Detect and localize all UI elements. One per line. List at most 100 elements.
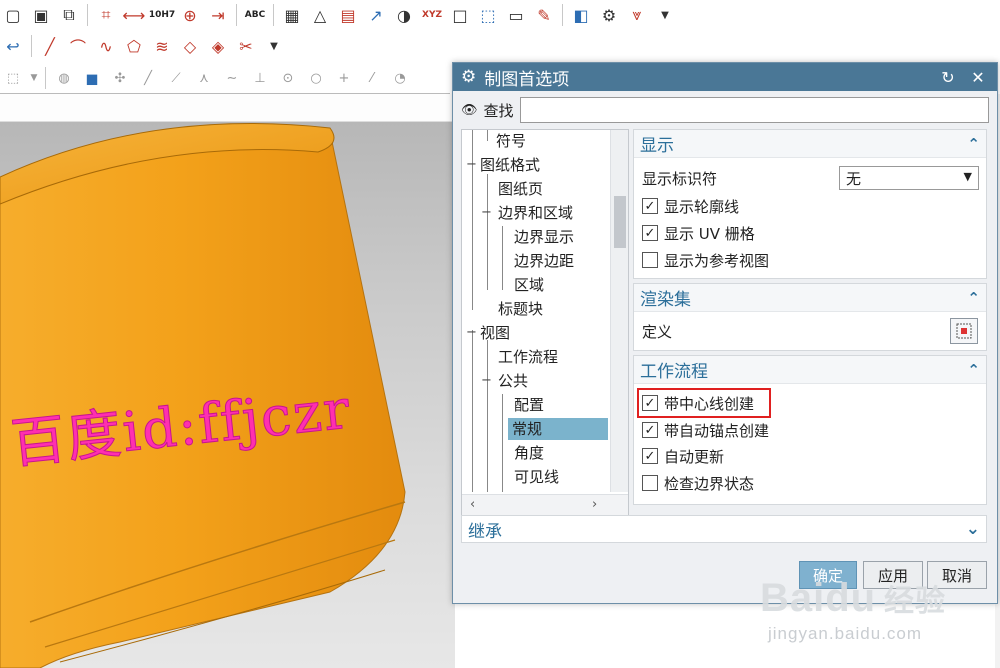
tree-item[interactable]: 图纸页 bbox=[494, 178, 547, 200]
snap-perp-icon[interactable]: ⊥ bbox=[247, 65, 273, 91]
tree-item[interactable]: 标题块 bbox=[494, 298, 547, 320]
checkbox-row[interactable]: ✓ 显示轮廓线 bbox=[642, 195, 739, 217]
dimension-icon[interactable]: ⌗ bbox=[93, 2, 119, 28]
pie-icon[interactable]: ◑ bbox=[391, 2, 417, 28]
table-icon[interactable]: ▦ bbox=[279, 2, 305, 28]
tree-item[interactable]: 公共 bbox=[494, 370, 532, 392]
arrow-view-icon[interactable]: ⧉ bbox=[56, 2, 82, 28]
snap-slash-icon[interactable]: ⁄ bbox=[359, 65, 385, 91]
rapid-dim-icon[interactable]: ⟷ bbox=[121, 2, 147, 28]
checkbox-row[interactable]: ✓ 自动更新 bbox=[642, 445, 724, 467]
tree-item[interactable]: 工作流程 bbox=[494, 346, 562, 368]
settings-app-icon[interactable]: ◧ bbox=[568, 2, 594, 28]
grid-icon[interactable]: ▤ bbox=[335, 2, 361, 28]
search-input[interactable] bbox=[519, 97, 989, 123]
snap-end-icon[interactable]: ⟋ bbox=[163, 65, 189, 91]
close-icon[interactable]: ✕ bbox=[967, 68, 989, 87]
display-panel-header[interactable]: 显示 ⌃ bbox=[634, 130, 986, 158]
scrollbar-thumb[interactable] bbox=[614, 196, 626, 248]
graphics-viewport[interactable]: 百度id:ffjczr bbox=[0, 122, 455, 668]
tree-item[interactable]: 图纸格式 bbox=[476, 154, 544, 176]
checkbox-row[interactable]: ✓ 显示 UV 栅格 bbox=[642, 222, 755, 244]
tree-item[interactable]: 边界显示 bbox=[510, 226, 578, 248]
chevron-up-icon[interactable]: ⌃ bbox=[967, 135, 980, 153]
chevron-down-icon[interactable]: ▼ bbox=[261, 33, 287, 59]
tree-vertical-scrollbar[interactable] bbox=[610, 130, 628, 492]
chevron-down-icon[interactable]: ▼ bbox=[652, 2, 678, 28]
snap-line-icon[interactable]: ╱ bbox=[135, 65, 161, 91]
toolbar-separator bbox=[236, 4, 237, 26]
position-icon[interactable]: ⇥ bbox=[205, 2, 231, 28]
checkbox-row[interactable]: ✓ 带中心线创建 bbox=[642, 392, 754, 414]
tree-item[interactable]: 边界和区域 bbox=[494, 202, 577, 224]
gear-icon[interactable]: ⚙ bbox=[596, 2, 622, 28]
section-icon[interactable]: ◇ bbox=[177, 33, 203, 59]
leader-icon[interactable]: ↗ bbox=[363, 2, 389, 28]
checkbox-unchecked[interactable] bbox=[642, 252, 658, 268]
brush-icon[interactable]: ✎ bbox=[531, 2, 557, 28]
blank-icon[interactable]: □ bbox=[447, 2, 473, 28]
selection-box-icon[interactable]: ⬚ bbox=[0, 65, 26, 91]
snap-mid-icon[interactable]: ⋏ bbox=[191, 65, 217, 91]
trim-icon[interactable]: ✂ bbox=[233, 33, 259, 59]
triangle-icon[interactable]: △ bbox=[307, 2, 333, 28]
arc-icon[interactable]: ⌒ bbox=[65, 33, 91, 59]
checkbox-row[interactable]: ✓ 带自动锚点创建 bbox=[642, 419, 769, 441]
tree-item[interactable]: 边界边距 bbox=[510, 250, 578, 272]
collapse-icon[interactable]: − bbox=[481, 370, 492, 392]
tree-item[interactable]: 可见线 bbox=[510, 466, 563, 488]
tolerance-icon[interactable]: 10H7 bbox=[149, 2, 175, 28]
collapse-icon[interactable]: − bbox=[481, 202, 492, 224]
dialog-title-bar[interactable]: ⚙ 制图首选项 ↻ ✕ bbox=[453, 63, 997, 91]
snap-arc-icon[interactable]: ◔ bbox=[387, 65, 413, 91]
chevron-up-icon[interactable]: ⌃ bbox=[967, 361, 980, 379]
scroll-left-icon[interactable]: ‹ bbox=[470, 497, 475, 512]
snap-center-icon[interactable]: ⊙ bbox=[275, 65, 301, 91]
chevron-down-icon[interactable]: ▼ bbox=[28, 65, 40, 91]
checkbox-checked[interactable]: ✓ bbox=[642, 422, 658, 438]
spline-icon[interactable]: ∿ bbox=[93, 33, 119, 59]
balloon-icon[interactable]: ⬚ bbox=[475, 2, 501, 28]
checkbox-checked[interactable]: ✓ bbox=[642, 198, 658, 214]
tree-item[interactable]: 符号 bbox=[492, 130, 530, 152]
shaded-icon[interactable]: ◍ bbox=[51, 65, 77, 91]
doc-icon[interactable]: ▭ bbox=[503, 2, 529, 28]
surface-icon[interactable]: ◈ bbox=[205, 33, 231, 59]
define-button[interactable] bbox=[950, 318, 978, 344]
xyz-icon[interactable]: XYZ bbox=[419, 2, 445, 28]
tree-horizontal-scrollbar[interactable]: ‹ › bbox=[462, 494, 628, 516]
sheet-icon[interactable]: ▣ bbox=[28, 2, 54, 28]
snap-point-icon[interactable]: ✣ bbox=[107, 65, 133, 91]
checkbox-checked[interactable]: ✓ bbox=[642, 448, 658, 464]
shape-icon[interactable]: ⬠ bbox=[121, 33, 147, 59]
tree-item[interactable]: 区域 bbox=[510, 274, 548, 296]
cube-view-icon[interactable]: ◼ bbox=[79, 65, 105, 91]
scroll-right-icon[interactable]: › bbox=[592, 497, 597, 512]
tree-item[interactable]: 视图 bbox=[476, 322, 514, 344]
snap-curve-icon[interactable]: ∼ bbox=[219, 65, 245, 91]
checkbox-checked[interactable]: ✓ bbox=[642, 395, 658, 411]
snap-circle-icon[interactable]: ○ bbox=[303, 65, 329, 91]
datum-icon[interactable]: ⊕ bbox=[177, 2, 203, 28]
checkbox-unchecked[interactable] bbox=[642, 475, 658, 491]
inherit-panel-header[interactable]: 继承 ⌄ bbox=[461, 515, 987, 543]
tree-item-selected[interactable]: 常规 bbox=[508, 418, 608, 440]
render-panel-header[interactable]: 渲染集 ⌃ bbox=[634, 284, 986, 312]
tree-item[interactable]: 配置 bbox=[510, 394, 548, 416]
drafting-icon[interactable]: ⩔ bbox=[624, 2, 650, 28]
chevron-up-icon[interactable]: ⌃ bbox=[967, 289, 980, 307]
frame-icon[interactable]: ▢ bbox=[0, 2, 26, 28]
checkbox-row[interactable]: 显示为参考视图 bbox=[642, 249, 769, 271]
line-icon[interactable]: ╱ bbox=[37, 33, 63, 59]
tree-item[interactable]: 角度 bbox=[510, 442, 548, 464]
identifier-select[interactable]: 无 ▼ bbox=[839, 166, 979, 190]
offset-curve-icon[interactable]: ≋ bbox=[149, 33, 175, 59]
reset-icon[interactable]: ↻ bbox=[937, 68, 959, 87]
workflow-panel-header[interactable]: 工作流程 ⌃ bbox=[634, 356, 986, 384]
checkbox-row[interactable]: 检查边界状态 bbox=[642, 472, 754, 494]
chevron-down-icon[interactable]: ⌄ bbox=[966, 519, 980, 539]
snap-plus-icon[interactable]: + bbox=[331, 65, 357, 91]
undo-icon[interactable]: ↩ bbox=[0, 33, 26, 59]
abc-note-icon[interactable]: ABC bbox=[242, 2, 268, 28]
checkbox-checked[interactable]: ✓ bbox=[642, 225, 658, 241]
